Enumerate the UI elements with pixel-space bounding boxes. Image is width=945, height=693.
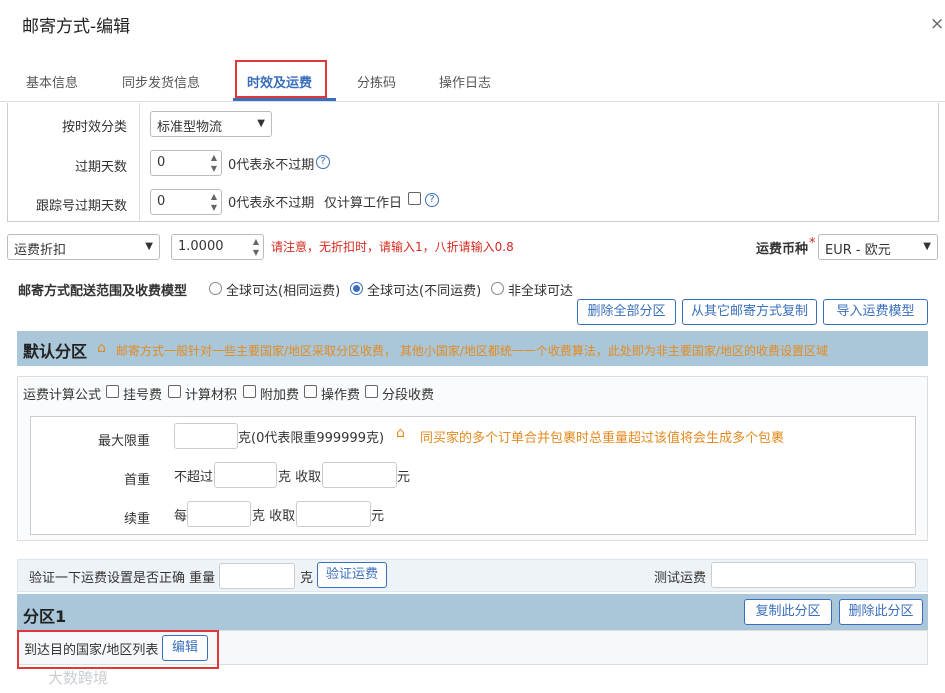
tracking-expire-value: 0 [157, 194, 166, 209]
formula-checkbox-handling[interactable] [304, 385, 317, 398]
scope-option-label: 全球可达(不同运费) [367, 284, 482, 299]
spinner-icon[interactable]: ▲ ▼ [211, 191, 217, 213]
dialog-title: 邮寄方式-编辑 [22, 17, 131, 37]
formula-option-label: 操作费 [321, 388, 361, 403]
expire-days-value: 0 [157, 155, 166, 170]
add-weight-label: 续重 [124, 512, 151, 527]
currency-label: 运费币种 [756, 242, 809, 257]
add-weight-mid: 克 收取 [252, 509, 296, 524]
copy-zone-button[interactable]: 复制此分区 [744, 599, 832, 625]
workday-label: 仅计算工作日 [324, 196, 403, 211]
tab-sync-shipping[interactable]: 同步发货信息 [122, 72, 200, 91]
help-icon[interactable]: ? [425, 193, 439, 207]
formula-checkbox-segment[interactable] [365, 385, 378, 398]
countries-label: 到达目的国家/地区列表 [24, 643, 159, 658]
formula-option-label: 分段收费 [382, 388, 435, 403]
import-freight-model-button[interactable]: 导入运费模型 [823, 299, 928, 325]
verify-freight-button[interactable]: 验证运费 [317, 562, 387, 588]
tracking-expire-input[interactable]: 0 ▲ ▼ [150, 189, 222, 215]
scope-radio-global-diff[interactable] [350, 282, 363, 295]
formula-checkbox-volume[interactable] [168, 385, 181, 398]
formula-option-label: 计算材积 [185, 388, 238, 403]
home-icon: ⌂ [97, 340, 106, 356]
tab-basic-info[interactable]: 基本信息 [26, 72, 78, 91]
delete-zone-button[interactable]: 删除此分区 [839, 599, 923, 625]
category-label: 按时效分类 [62, 120, 128, 135]
formula-checkbox-surcharge[interactable] [243, 385, 256, 398]
spinner-icon[interactable]: ▲ ▼ [211, 152, 217, 174]
scope-radio-global-same[interactable] [209, 282, 222, 295]
formula-option-label: 附加费 [260, 388, 300, 403]
scope-radio-not-global[interactable] [491, 282, 504, 295]
tracking-expire-label: 跟踪号过期天数 [36, 199, 128, 214]
verify-unit: 克 [300, 571, 314, 586]
default-zone-title: 默认分区 [23, 342, 88, 361]
close-icon[interactable]: × [930, 14, 944, 34]
discount-value-input[interactable]: 1.0000 ▲ ▼ [171, 234, 264, 260]
workday-checkbox[interactable] [408, 192, 421, 205]
add-weight-input[interactable] [187, 501, 251, 527]
expire-days-label: 过期天数 [75, 160, 128, 175]
tabs-divider [0, 101, 945, 102]
chevron-down-icon: ▼ [257, 118, 265, 129]
spinner-icon[interactable]: ▲ ▼ [253, 236, 259, 258]
scope-label: 邮寄方式配送范围及收费模型 [18, 284, 188, 299]
test-freight-input[interactable] [711, 562, 916, 588]
formula-option-label: 挂号费 [123, 388, 163, 403]
default-zone-tip: 邮寄方式一般针对一些主要国家/地区采取分区收费， 其他小国家/地区都统一一个收费… [116, 344, 828, 358]
chevron-down-icon: ▼ [145, 241, 153, 252]
discount-type-value: 运费折扣 [14, 243, 67, 258]
formula-label: 运费计算公式 [23, 388, 102, 403]
discount-notice: 请注意，无折扣时，请输入1，八折请输入0.8 [271, 240, 514, 254]
expire-days-input[interactable]: 0 ▲ ▼ [150, 150, 222, 176]
currency-select[interactable]: EUR - 欧元 ▼ [818, 234, 938, 260]
tracking-expire-hint: 0代表永不过期 [228, 196, 315, 211]
first-weight-suffix: 元 [397, 470, 411, 485]
tab-active-indicator [233, 98, 336, 101]
watermark-logo: 大数跨境 [48, 669, 109, 687]
discount-value: 1.0000 [178, 239, 224, 254]
first-weight-mid: 克 收取 [278, 470, 322, 485]
timeliness-panel [7, 103, 939, 222]
help-icon[interactable]: ? [316, 155, 330, 169]
add-weight-price-input[interactable] [296, 501, 371, 527]
scope-option-label: 非全球可达 [508, 284, 574, 299]
tab-sorting-code[interactable]: 分拣码 [357, 72, 396, 91]
add-weight-suffix: 元 [371, 509, 385, 524]
add-weight-prefix: 每 [174, 509, 188, 524]
verify-label: 验证一下运费设置是否正确 重量 [29, 571, 216, 586]
max-weight-unit: 克(0代表限重999999克) [238, 431, 385, 446]
first-weight-label: 首重 [124, 473, 151, 488]
scope-option-label: 全球可达(相同运费) [226, 284, 341, 299]
delete-all-zones-button[interactable]: 删除全部分区 [577, 299, 676, 325]
expire-days-hint: 0代表永不过期 [228, 158, 315, 173]
verify-weight-input[interactable] [219, 563, 295, 589]
test-freight-label: 测试运费 [654, 571, 707, 586]
edit-countries-button[interactable]: 编辑 [162, 635, 208, 661]
formula-checkbox-registration[interactable] [106, 385, 119, 398]
copy-from-other-button[interactable]: 从其它邮寄方式复制 [682, 299, 817, 325]
zone1-title: 分区1 [23, 607, 67, 626]
first-weight-prefix: 不超过 [174, 470, 214, 485]
category-select[interactable]: 标准型物流 ▼ [150, 111, 272, 137]
tab-timeliness-freight[interactable]: 时效及运费 [247, 72, 312, 91]
max-weight-input[interactable] [174, 423, 238, 449]
first-weight-price-input[interactable] [322, 462, 397, 488]
tab-operation-log[interactable]: 操作日志 [439, 72, 491, 91]
required-mark: * [809, 236, 816, 251]
home-icon: ⌂ [396, 425, 405, 441]
max-weight-tip: 同买家的多个订单合并包裹时总重量超过该值将会生成多个包裹 [420, 431, 785, 446]
first-weight-input[interactable] [214, 462, 277, 488]
panel-divider [139, 103, 140, 222]
category-value: 标准型物流 [157, 120, 223, 135]
chevron-down-icon: ▼ [923, 241, 931, 252]
max-weight-label: 最大限重 [98, 434, 151, 449]
currency-value: EUR - 欧元 [825, 243, 891, 258]
discount-type-select[interactable]: 运费折扣 ▼ [7, 234, 160, 260]
